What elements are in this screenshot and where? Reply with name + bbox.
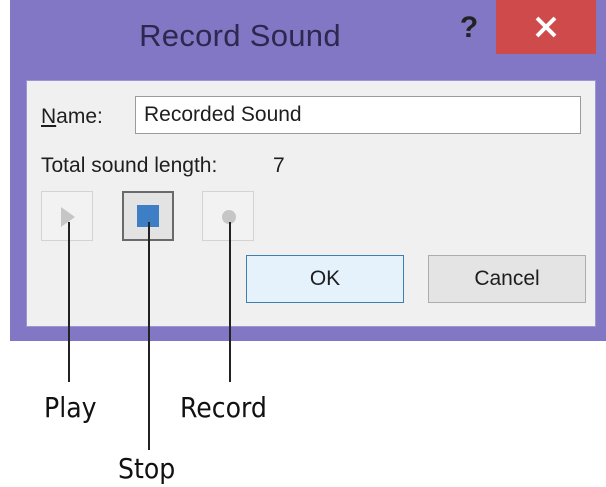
record-leader-line [229,222,231,382]
close-button[interactable] [496,0,596,54]
total-sound-length-value: 7 [273,154,285,177]
close-icon [535,16,557,38]
record-callout: Record [180,391,267,424]
record-button[interactable] [202,191,254,241]
dialog-body: Name: Total sound length: 7 OK Cancel [26,80,596,327]
help-icon: ? [459,11,479,44]
stop-leader-line [148,222,150,450]
total-sound-length-label: Total sound length: [41,154,218,177]
play-leader-line [68,222,70,382]
ok-button[interactable]: OK [246,255,404,303]
name-input[interactable] [135,96,581,134]
dialog-title: Record Sound [139,18,341,53]
cancel-button[interactable]: Cancel [428,255,586,303]
play-button[interactable] [41,191,93,241]
record-sound-dialog: Record Sound ? Name: Total sound length:… [10,0,606,341]
title-bar[interactable]: Record Sound ? [10,0,606,80]
help-button[interactable]: ? [446,8,492,48]
name-label-accesskey: N [41,105,57,128]
stop-callout: Stop [118,452,176,485]
name-label-text: ame: [56,105,103,128]
play-callout: Play [44,391,97,424]
name-label: Name: [41,105,103,129]
